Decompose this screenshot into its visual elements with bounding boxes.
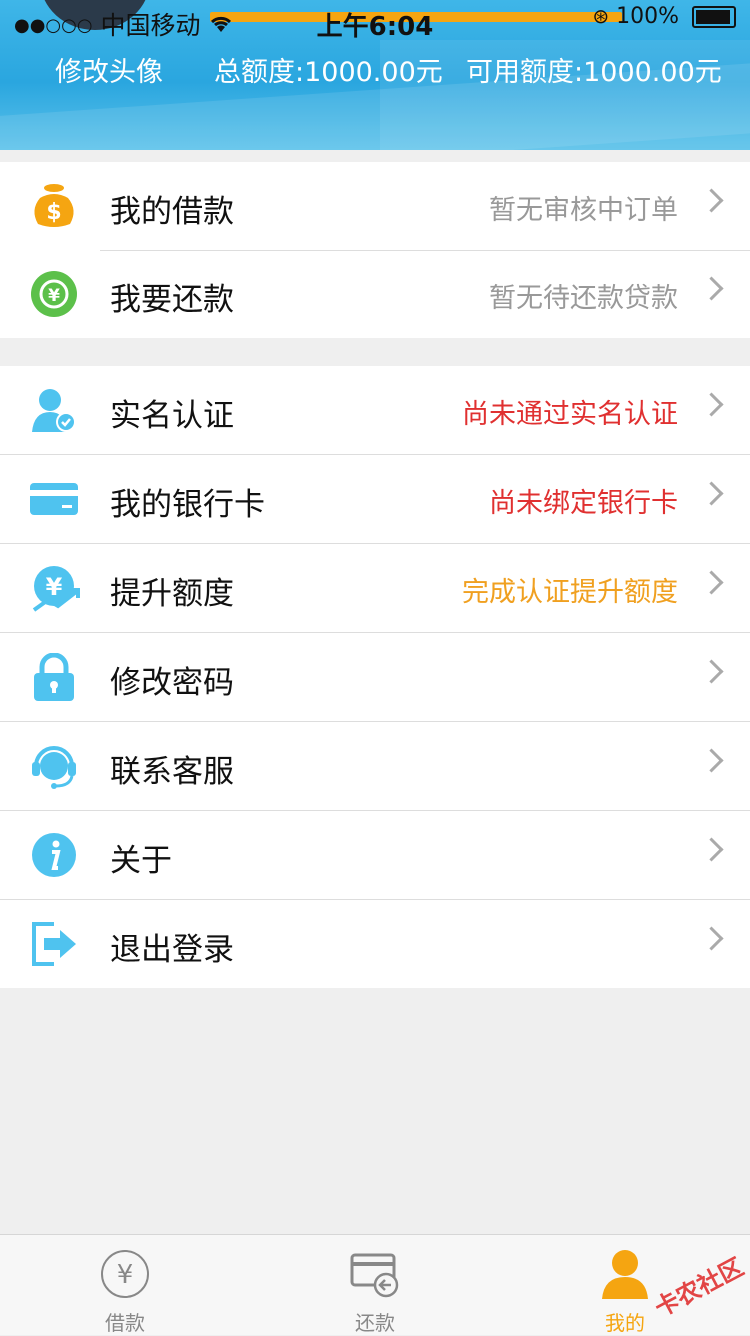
tab-label: 借款: [105, 1311, 145, 1335]
my-loans-row[interactable]: $ 我的借款 暂无审核中订单: [0, 162, 750, 251]
logout-icon: [30, 920, 78, 968]
row-label: 修改密码: [110, 665, 234, 701]
info-icon: [30, 831, 78, 879]
status-bar: ●●○○○ 中国移动 上午6:04 ⊛ 100%: [0, 0, 750, 42]
about-row[interactable]: 关于: [0, 811, 750, 900]
orientation-lock-icon: ⊛: [592, 4, 610, 28]
row-value: 尚未绑定银行卡: [489, 488, 678, 519]
available-quota-text: 可用额度:1000.00元: [466, 57, 722, 88]
raise-quota-icon: ¥: [30, 564, 80, 612]
tab-label: 我的: [605, 1311, 645, 1335]
account-section: 实名认证 尚未通过实名认证 我的银行卡 尚未绑定银行卡 ¥ 提升额度 完成认证提…: [0, 366, 750, 988]
chevron-right-icon: [699, 481, 724, 506]
change-password-row[interactable]: 修改密码: [0, 633, 750, 722]
lock-icon: [30, 652, 78, 701]
row-label: 我的银行卡: [110, 487, 265, 523]
tab-label: 还款: [355, 1311, 395, 1335]
chevron-right-icon: [699, 188, 724, 213]
row-label: 我的借款: [110, 194, 234, 230]
money-bag-icon: $: [30, 182, 78, 230]
row-label: 实名认证: [110, 398, 234, 434]
bank-card-icon: [30, 475, 78, 523]
customer-service-row[interactable]: 联系客服: [0, 722, 750, 811]
row-label: 联系客服: [110, 754, 234, 790]
repay-card-icon: [350, 1249, 400, 1299]
battery-percent: 100%: [616, 4, 679, 29]
bank-card-row[interactable]: 我的银行卡 尚未绑定银行卡: [0, 455, 750, 544]
svg-text:¥: ¥: [48, 286, 60, 306]
row-label: 退出登录: [110, 932, 234, 968]
total-quota-text: 总额度:1000.00元: [214, 57, 443, 88]
row-value: 尚未通过实名认证: [462, 399, 678, 430]
row-value: 暂无待还款贷款: [489, 283, 678, 314]
svg-text:$: $: [46, 200, 61, 225]
svg-text:¥: ¥: [46, 573, 63, 601]
chevron-right-icon: [699, 748, 724, 773]
row-value: 暂无审核中订单: [489, 195, 678, 226]
yen-circle-icon: ¥: [100, 1249, 150, 1299]
chevron-right-icon: [699, 276, 724, 301]
loans-section: $ 我的借款 暂无审核中订单 ¥ 我要还款 暂无待还款贷款: [0, 162, 750, 338]
edit-avatar-link[interactable]: 修改头像: [55, 50, 163, 89]
tab-bar: ¥ 借款 还款 我的: [0, 1234, 750, 1335]
raise-quota-row[interactable]: ¥ 提升额度 完成认证提升额度: [0, 544, 750, 633]
chevron-right-icon: [699, 837, 724, 862]
headset-icon: [30, 742, 78, 790]
repay-cycle-icon: ¥: [30, 270, 78, 318]
chevron-right-icon: [699, 570, 724, 595]
chevron-right-icon: [699, 659, 724, 684]
chevron-right-icon: [699, 392, 724, 417]
chevron-right-icon: [699, 926, 724, 951]
row-label: 关于: [110, 843, 172, 879]
row-label: 提升额度: [110, 576, 234, 612]
row-label: 我要还款: [110, 282, 234, 318]
repay-row[interactable]: ¥ 我要还款 暂无待还款贷款: [0, 250, 750, 338]
logout-row[interactable]: 退出登录: [0, 900, 750, 988]
person-icon: [600, 1249, 650, 1299]
svg-text:¥: ¥: [117, 1260, 134, 1290]
battery-icon: [692, 6, 736, 28]
user-verified-icon: [30, 386, 78, 434]
tab-repay[interactable]: 还款: [250, 1235, 500, 1335]
tab-borrow[interactable]: ¥ 借款: [0, 1235, 250, 1335]
row-value: 完成认证提升额度: [462, 577, 678, 608]
profile-header: ●●○○○ 中国移动 上午6:04 ⊛ 100% 修改头像 总额度:1000.0…: [0, 0, 750, 150]
real-name-verify-row[interactable]: 实名认证 尚未通过实名认证: [0, 366, 750, 455]
